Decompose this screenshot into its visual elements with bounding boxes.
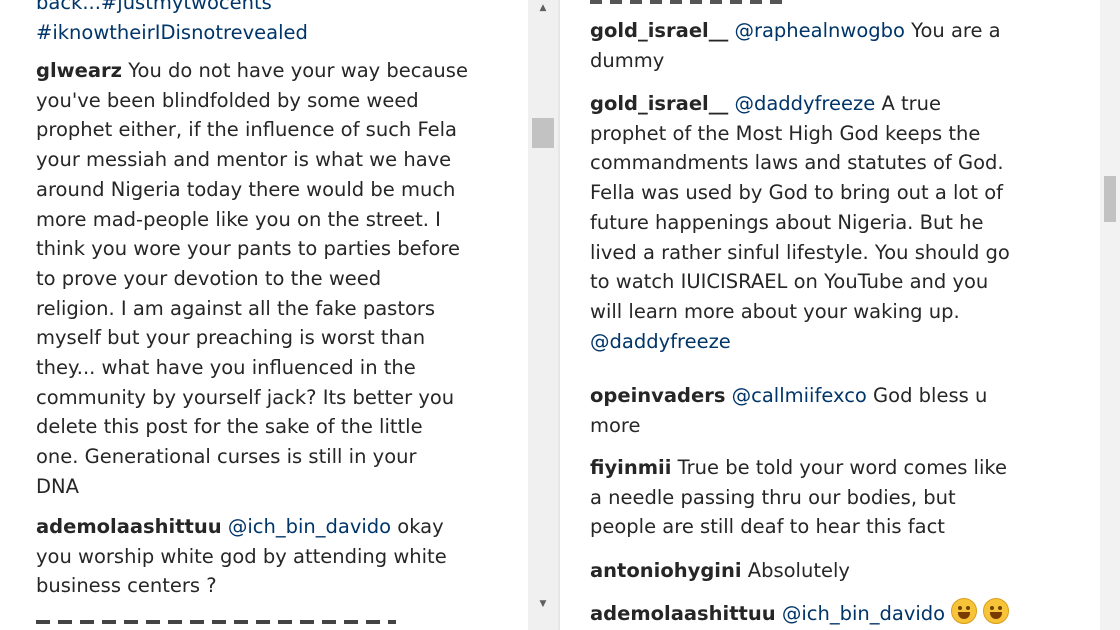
comment-text: community by yourself jack? Its better y… xyxy=(36,385,455,409)
left-scrollbar[interactable]: ▲ ▼ xyxy=(528,0,558,630)
comment-text: True be told your word comes like xyxy=(671,456,1007,479)
comment-text: to watch IUICISRAEL on YouTube and you xyxy=(590,270,989,294)
comment-username[interactable]: glwearz xyxy=(36,59,122,82)
hashtag-line[interactable]: back...#justmytwocents xyxy=(36,0,516,18)
comment-text: more mad-people like you on the street. … xyxy=(36,207,441,231)
comment-fiyinmii: fiyinmii True be told your word comes li… xyxy=(590,453,1080,542)
comment-mention[interactable]: @daddyfreeze xyxy=(590,327,1080,357)
comment-text: think you wore your pants to parties bef… xyxy=(36,237,460,261)
scrollbar-thumb[interactable] xyxy=(532,118,554,148)
comment-text: will learn more about your waking up. xyxy=(590,299,960,323)
comment-username[interactable]: opeinvaders xyxy=(590,384,725,407)
comment-mention[interactable]: @ich_bin_davido xyxy=(228,515,391,538)
comment-ademolaashittuu: ademolaashittuu @ich_bin_davido okay you… xyxy=(36,512,516,601)
comment-text: future happenings about Nigeria. But he xyxy=(590,210,984,234)
comment-antoniohygini: antoniohygini Absolutely xyxy=(590,556,1080,586)
comment-text: Fella was used by God to bring out a lot… xyxy=(590,181,1004,205)
comment-text: prophet either, if the influence of such… xyxy=(36,118,457,142)
comment-text: Absolutely xyxy=(741,559,850,582)
comment-mention[interactable]: @raphealnwogbo xyxy=(734,19,905,42)
comment-text: one. Generational curses is still in you… xyxy=(36,445,417,469)
scroll-up-arrow-icon[interactable]: ▲ xyxy=(528,0,558,16)
comment-mention[interactable]: @callmiifexco xyxy=(732,384,867,407)
comment-username[interactable]: gold_israel__ xyxy=(590,19,728,42)
comment-opeinvaders: opeinvaders @callmiifexco God bless u mo… xyxy=(590,381,1080,440)
grinning-face-emoji-icon xyxy=(983,598,1010,624)
clipped-text-fragment xyxy=(36,620,396,624)
comment-text: God bless u xyxy=(866,384,988,407)
comment-text: DNA xyxy=(36,474,79,498)
comment-text: delete this post for the sake of the lit… xyxy=(36,415,423,439)
comment-text: You do not have your way because xyxy=(122,59,468,82)
partial-comment-top: back...#justmytwocents #iknowtheirIDisno… xyxy=(36,0,516,47)
comment-text: business centers ? xyxy=(36,574,217,598)
right-comment-pane: gold_israel__ @raphealnwogbo You are a d… xyxy=(560,0,1100,630)
comment-mention[interactable]: @daddyfreeze xyxy=(734,92,875,115)
comment-username[interactable]: ademolaashittuu xyxy=(36,515,222,538)
comment-text: your messiah and mentor is what we have xyxy=(36,148,452,172)
comment-text: A true xyxy=(875,92,942,115)
comment-text: to prove your devotion to the weed xyxy=(36,266,382,290)
right-scrollbar[interactable] xyxy=(1100,0,1120,630)
scrollbar-thumb[interactable] xyxy=(1104,176,1116,222)
comment-gold-israel-1: gold_israel__ @raphealnwogbo You are a d… xyxy=(590,16,1080,75)
comment-text: more xyxy=(590,413,641,437)
comment-ademolaashittuu-right: ademolaashittuu @ich_bin_davido xyxy=(590,598,1080,629)
comment-gold-israel-2: gold_israel__ @daddyfreeze A true prophe… xyxy=(590,89,1080,356)
clipped-text-fragment xyxy=(590,0,790,4)
hashtag-line[interactable]: #iknowtheirIDisnotrevealed xyxy=(36,18,516,48)
comment-glwearz: glwearz You do not have your way because… xyxy=(36,56,516,502)
comment-text: prophet of the Most High God keeps the xyxy=(590,121,981,145)
comment-text: you worship white god by attending white xyxy=(36,544,447,568)
comment-text: around Nigeria today there would be much xyxy=(36,177,456,201)
comment-text: commandments laws and statutes of God. xyxy=(590,151,1004,175)
comment-username[interactable]: antoniohygini xyxy=(590,559,742,582)
comment-mention[interactable]: @ich_bin_davido xyxy=(782,602,945,625)
left-comment-pane: back...#justmytwocents #iknowtheirIDisno… xyxy=(0,0,528,630)
comment-text: You are a xyxy=(904,19,1001,42)
comment-username[interactable]: gold_israel__ xyxy=(590,92,728,115)
comment-username[interactable]: fiyinmii xyxy=(590,456,671,479)
comment-text: people are still deaf to hear this fact xyxy=(590,515,945,539)
comment-text: a needle passing thru our bodies, but xyxy=(590,485,956,509)
comment-username[interactable]: ademolaashittuu xyxy=(590,602,776,625)
comment-text: okay xyxy=(391,515,444,538)
comment-text: myself but your preaching is worst than xyxy=(36,326,426,350)
scroll-down-arrow-icon[interactable]: ▼ xyxy=(528,596,558,612)
comment-text: lived a rather sinful lifestyle. You sho… xyxy=(590,240,1010,264)
comment-text: you've been blindfolded by some weed xyxy=(36,88,419,112)
comment-text: religion. I am against all the fake past… xyxy=(36,296,436,320)
comment-text: they... what have you influenced in the xyxy=(36,356,416,380)
grinning-face-emoji-icon xyxy=(951,598,978,624)
comment-text: dummy xyxy=(590,48,665,72)
